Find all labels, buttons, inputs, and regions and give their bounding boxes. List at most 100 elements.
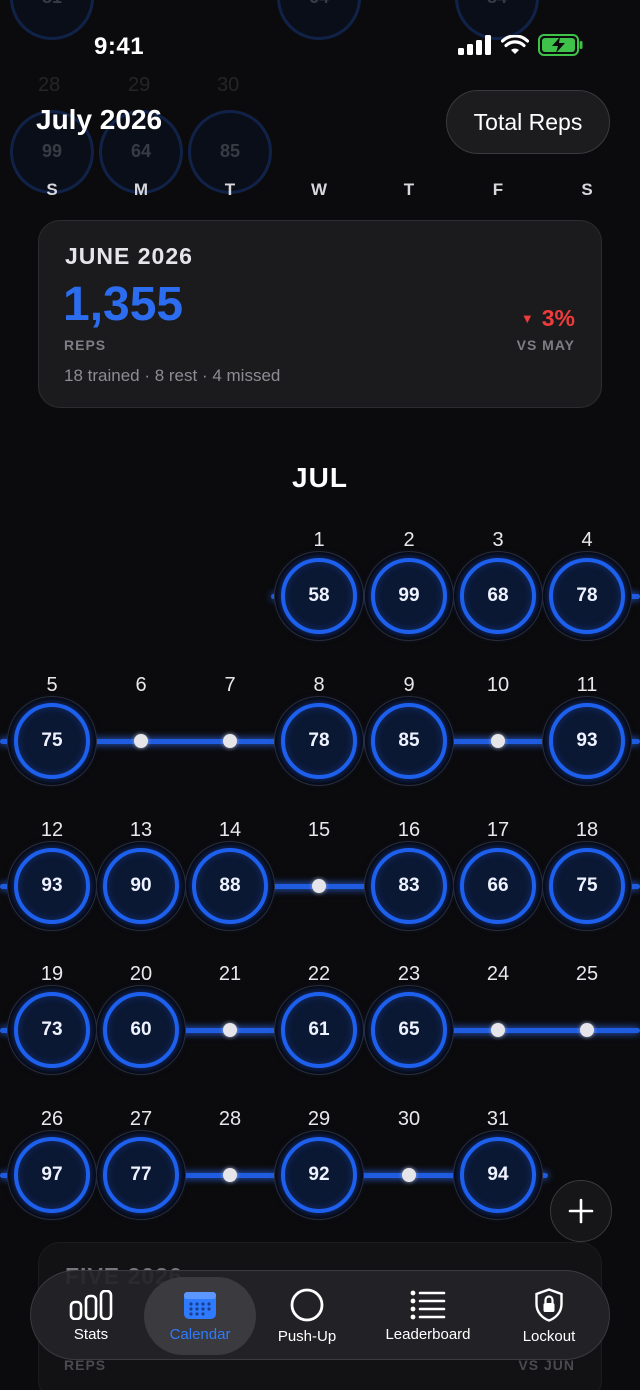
tab-label: Lockout [522,1327,576,1345]
day-number: 25 [575,963,599,985]
day-reps-value: 93 [14,848,90,924]
lock-icon [535,1287,563,1322]
day-number: 1 [313,529,325,551]
day-reps-ring[interactable]: 65 [364,985,454,1075]
day-number: 7 [224,674,236,696]
weekday-label: T [403,180,415,199]
day-reps-ring[interactable]: 77 [96,1130,186,1220]
tab-calendar[interactable]: Calendar [144,1277,256,1355]
day-number: 19 [40,963,64,985]
day-reps-ring[interactable]: 88 [185,841,275,931]
day-reps-value: 83 [371,848,447,924]
day-reps-ring[interactable]: 99 [364,551,454,641]
day-number: 23 [397,963,421,985]
day-reps-ring[interactable]: 93 [542,696,632,786]
calendar-month-label: JUL [292,462,348,493]
day-number: 8 [313,674,325,696]
rest-day-dot[interactable] [312,879,326,893]
list-icon [410,1290,446,1319]
day-number: 20 [129,963,153,985]
rest-day-dot[interactable] [580,1023,594,1037]
day-number: 13 [129,819,153,841]
day-reps-ring[interactable]: 66 [453,841,543,931]
day-reps-value: 58 [281,558,357,634]
day-number: 21 [218,963,242,985]
day-reps-value: 88 [192,848,268,924]
day-reps-ring[interactable]: 73 [7,985,97,1075]
tab-stats[interactable]: Stats [51,1271,131,1361]
day-reps-value: 66 [460,848,536,924]
rest-day-dot[interactable] [223,1023,237,1037]
day-reps-ring[interactable]: 90 [96,841,186,931]
day-reps-ring[interactable]: 97 [7,1130,97,1220]
tab-label: Stats [73,1325,109,1343]
circle-icon [290,1288,324,1321]
summary-unit: REPS [64,337,107,353]
day-reps-ring[interactable]: 83 [364,841,454,931]
day-reps-ring[interactable]: 94 [453,1130,543,1220]
day-reps-ring[interactable]: 68 [453,551,543,641]
day-reps-value: 85 [371,703,447,779]
rest-day-dot[interactable] [491,1023,505,1037]
day-reps-value: 65 [371,992,447,1068]
day-number: 15 [307,819,331,841]
day-number: 9 [403,674,415,696]
day-reps-ring[interactable]: 58 [274,551,364,641]
tab-push-up[interactable]: Push-Up [267,1271,347,1361]
day-number: 4 [581,529,593,551]
tab-label: Leaderboard [385,1325,471,1343]
day-reps-ring[interactable]: 78 [542,551,632,641]
day-reps-value: 78 [549,558,625,634]
day-reps-value: 61 [281,992,357,1068]
day-reps-ring[interactable]: 75 [542,841,632,931]
tab-bar: Stats Calendar Push-Up Leaderboard Locko… [30,1270,610,1360]
day-number: 26 [40,1108,64,1130]
day-number: 16 [397,819,421,841]
day-number: 6 [135,674,147,696]
day-number: 12 [40,819,64,841]
rest-day-dot[interactable] [402,1168,416,1182]
day-number: 18 [575,819,599,841]
status-bar: 9:41 [0,0,640,92]
day-number: 14 [218,819,242,841]
battery-charging-icon [538,34,583,56]
day-reps-ring[interactable]: 85 [364,696,454,786]
day-number: 3 [492,529,504,551]
rest-day-dot[interactable] [223,734,237,748]
weekday-label: S [46,180,58,199]
day-reps-value: 78 [281,703,357,779]
summary-month: JUNE 2026 [65,243,193,269]
tab-label: Calendar [169,1325,231,1343]
status-icons [458,34,584,56]
weekday-label: T [224,180,236,199]
rest-day-dot[interactable] [134,734,148,748]
day-number: 10 [486,674,510,696]
day-number: 17 [486,819,510,841]
add-button[interactable] [550,1180,612,1242]
day-reps-ring[interactable]: 61 [274,985,364,1075]
day-reps-ring[interactable]: 92 [274,1130,364,1220]
down-triangle-icon: ▼ [520,311,534,326]
rest-day-dot[interactable] [223,1168,237,1182]
tab-lockout[interactable]: Lockout [509,1271,589,1361]
summary-total-reps: 1,355 [63,278,184,331]
day-number: 27 [129,1108,153,1130]
calendar-icon [184,1291,216,1319]
day-number: 29 [307,1108,331,1130]
day-reps-ring[interactable]: 60 [96,985,186,1075]
tab-leaderboard[interactable]: Leaderboard [375,1271,481,1361]
day-number: 30 [397,1108,421,1130]
rest-day-dot[interactable] [491,734,505,748]
day-reps-value: 92 [281,1137,357,1213]
month-summary-card[interactable]: JUNE 2026 1,355 REPS 18 trained · 8 rest… [38,220,602,408]
day-number: 31 [486,1108,510,1130]
total-reps-button[interactable]: Total Reps [446,90,610,154]
page-title: July 2026 [36,104,163,135]
summary-change: ▼ 3% [521,305,575,332]
day-reps-ring[interactable]: 93 [7,841,97,931]
day-reps-ring[interactable]: 75 [7,696,97,786]
day-reps-ring[interactable]: 78 [274,696,364,786]
day-reps-value: 75 [549,848,625,924]
day-reps-value: 99 [371,558,447,634]
day-number: 2 [403,529,415,551]
